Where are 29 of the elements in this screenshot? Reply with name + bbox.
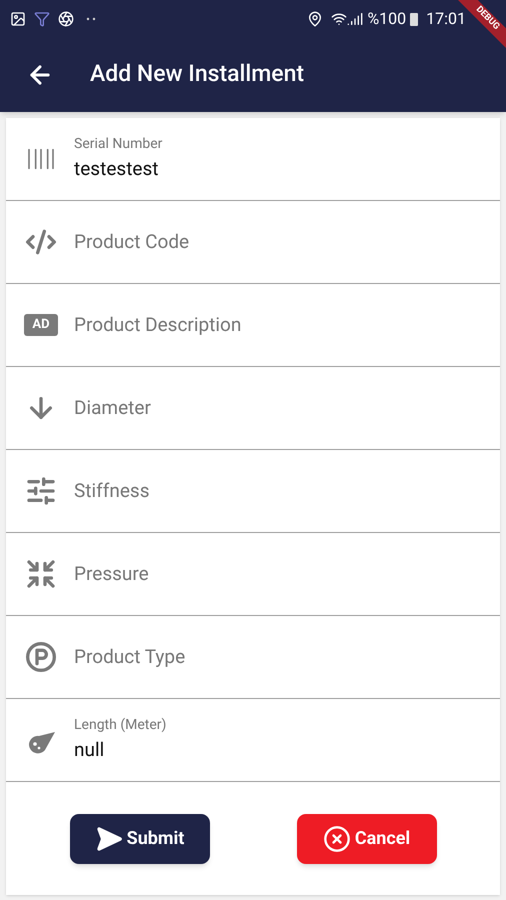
location-icon bbox=[307, 10, 324, 26]
text-field[interactable]: Pressure bbox=[74, 560, 488, 588]
field-label: Length (Meter) bbox=[74, 716, 166, 736]
text-field[interactable]: null bbox=[74, 736, 488, 765]
ad-icon: AD bbox=[24, 314, 58, 336]
sliders-icon bbox=[25, 475, 57, 507]
screen-title: Add New Installment bbox=[90, 59, 304, 90]
image-icon bbox=[10, 10, 26, 26]
battery-icon bbox=[410, 12, 418, 26]
text-field[interactable]: testestest bbox=[74, 155, 488, 184]
text-field[interactable]: Product Code bbox=[74, 228, 488, 256]
text-field[interactable]: Product Type bbox=[74, 642, 488, 672]
filter-icon bbox=[34, 10, 50, 26]
wifi-icon bbox=[331, 10, 348, 26]
text-field[interactable]: Product Description bbox=[74, 310, 488, 340]
send-icon bbox=[94, 824, 123, 852]
parking-icon bbox=[25, 641, 57, 673]
signal-icon bbox=[347, 10, 364, 26]
text-field[interactable]: Diameter bbox=[74, 394, 488, 422]
clock: 17:01 bbox=[426, 8, 466, 30]
submit-button[interactable]: Submit bbox=[70, 814, 210, 864]
aperture-icon bbox=[58, 10, 74, 26]
text-field[interactable]: Stiffness bbox=[74, 476, 488, 506]
compress-icon bbox=[25, 558, 57, 590]
battery-level: %100 bbox=[367, 8, 406, 30]
dots-icon bbox=[86, 16, 96, 20]
cancel-button[interactable]: Cancel bbox=[296, 814, 436, 864]
field-label: Serial Number bbox=[74, 135, 162, 154]
close-circle-icon bbox=[322, 824, 351, 852]
